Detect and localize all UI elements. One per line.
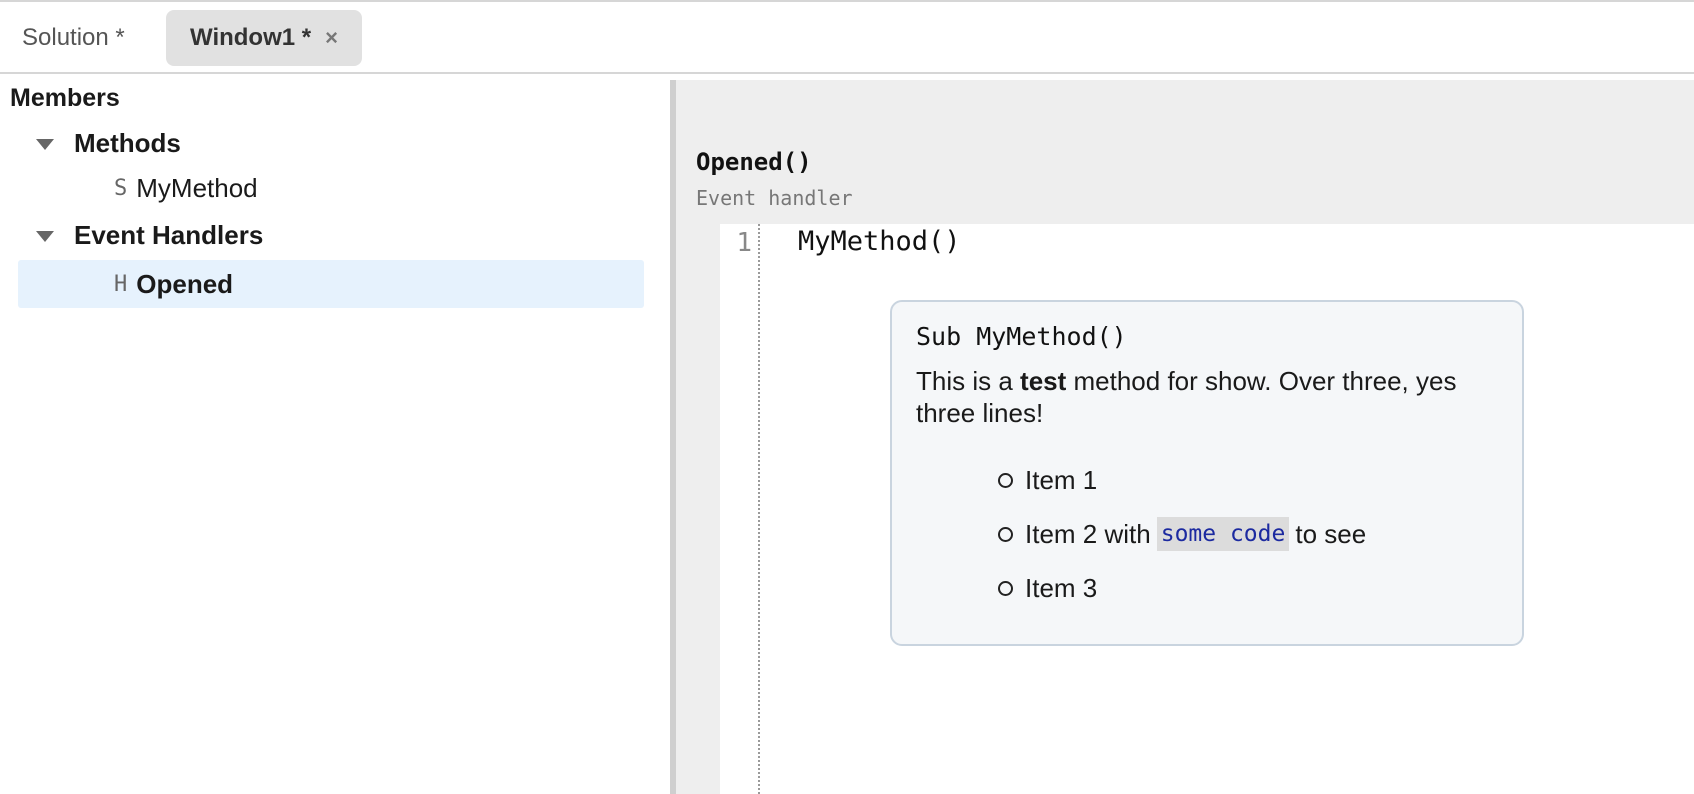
line-number: 1 [736,228,752,258]
tab-window1[interactable]: Window1 * × [166,10,362,66]
list-item-text: Item 2 with [1025,518,1151,549]
close-icon[interactable]: × [325,25,338,51]
list-item-text: Item 1 [1025,464,1098,495]
tree-item-mymethod[interactable]: S MyMethod [18,164,644,212]
tooltip-list: Item 1 Item 2 with some code to see Item… [998,456,1366,618]
tree-group-label: Event Handlers [74,220,264,250]
tab-solution[interactable]: Solution * [0,10,125,66]
inline-code: some code [1156,517,1290,551]
line-gutter: 1 [720,224,760,794]
member-name: MyMethod [136,172,258,203]
list-item: Item 1 [998,456,1366,504]
member-kind-badge: H [114,271,128,297]
tooltip-desc-text: This is a [916,366,1021,396]
list-item-text: to see [1295,518,1367,549]
code-line[interactable]: MyMethod() [798,226,961,257]
list-item: Item 3 [998,564,1366,612]
member-kind-badge: S [114,175,128,201]
tab-bar: Solution * Window1 * × [0,0,1694,74]
tree-group-event-handlers[interactable]: Event Handlers [36,220,263,251]
tree-item-opened[interactable]: H Opened [18,260,644,308]
tree-group-methods[interactable]: Methods [36,128,181,159]
triangle-down-icon[interactable] [36,231,54,242]
tab-window1-label: Window1 * [190,24,312,51]
members-pane: Members Methods S MyMethod Event Handler… [0,74,670,794]
circle-bullet-icon [998,526,1013,542]
tooltip-desc-bold: test [1020,366,1067,396]
member-name: Opened [136,268,234,299]
list-item: Item 2 with some code to see [998,510,1366,558]
circle-bullet-icon [998,472,1013,488]
list-item-text: Item 3 [1025,572,1098,603]
tree-group-label: Methods [74,128,181,158]
members-title: Members [10,84,120,112]
triangle-down-icon[interactable] [36,139,54,150]
circle-bullet-icon [998,580,1013,596]
signature-tooltip: Sub MyMethod() This is a test method for… [890,300,1524,646]
tooltip-description: This is a test method for show. Over thr… [916,365,1498,429]
member-signature: Opened() [696,148,812,176]
member-description: Event handler [696,186,853,210]
tab-solution-label: Solution * [22,24,125,51]
tooltip-signature: Sub MyMethod() [916,322,1127,351]
